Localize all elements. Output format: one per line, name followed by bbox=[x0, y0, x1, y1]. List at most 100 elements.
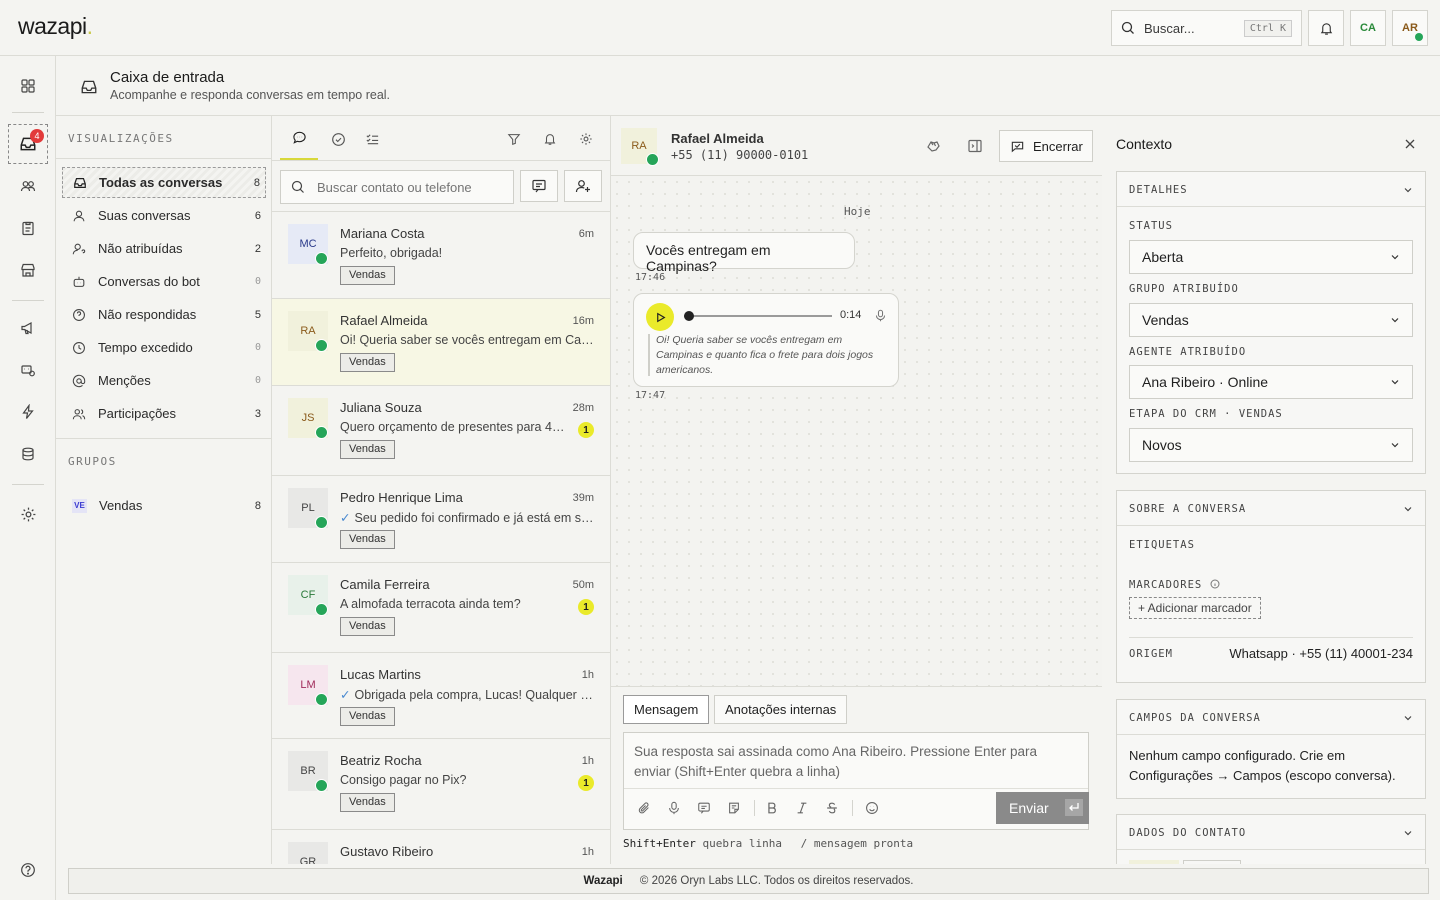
chevron-down-icon bbox=[1403, 713, 1413, 723]
conversation-row[interactable]: GR Gustavo Ribeiro 1h bbox=[272, 830, 610, 864]
microphone-icon bbox=[874, 309, 887, 322]
note-icon[interactable] bbox=[727, 801, 741, 815]
conversation-time: 1h bbox=[581, 755, 594, 767]
details-card-header[interactable]: DETALHES bbox=[1117, 172, 1425, 207]
message-input-box[interactable]: Sua resposta sai assinada como Ana Ribei… bbox=[623, 732, 1089, 830]
origin-value: Whatsapp · +55 (11) 40001-234 bbox=[1229, 646, 1413, 661]
microphone-icon[interactable] bbox=[667, 801, 681, 815]
notifications-button[interactable] bbox=[1308, 10, 1344, 46]
filter-button[interactable] bbox=[502, 128, 526, 150]
contacts-icon[interactable] bbox=[14, 172, 42, 200]
bold-icon[interactable] bbox=[765, 801, 779, 815]
view-mentions[interactable]: Menções 0 bbox=[62, 365, 266, 396]
agent-select[interactable]: Ana Ribeiro · Online bbox=[1129, 365, 1413, 399]
contact-name: Rafael Almeida bbox=[340, 313, 428, 328]
about-card-header[interactable]: SOBRE A CONVERSA bbox=[1117, 491, 1425, 526]
view-all-conversations[interactable]: Todas as conversas 8 bbox=[62, 167, 266, 198]
play-button[interactable] bbox=[646, 303, 674, 331]
megaphone-icon[interactable] bbox=[14, 314, 42, 342]
tab-tasks[interactable] bbox=[356, 128, 388, 150]
fields-card-header[interactable]: CAMPOS DA CONVERSA bbox=[1117, 700, 1425, 735]
view-label: Não respondidas bbox=[98, 307, 197, 322]
notification-settings-button[interactable] bbox=[538, 128, 562, 150]
crm-stage-label: ETAPA DO CRM · VENDAS bbox=[1129, 408, 1283, 420]
settings-gear-icon[interactable] bbox=[14, 500, 42, 528]
audio-message-bubble: 0:14 Oi! Queria saber se vocês entregam … bbox=[633, 293, 899, 387]
view-your-conversations[interactable]: Suas conversas 6 bbox=[62, 200, 266, 231]
conversation-row[interactable]: CF Camila Ferreira 50m A almofada terracota… bbox=[272, 563, 610, 653]
attachment-icon[interactable] bbox=[637, 801, 651, 815]
tab-message[interactable]: Mensagem bbox=[623, 695, 710, 724]
fields-empty-text: Nenhum campo configurado. Crie em Config… bbox=[1129, 748, 1396, 783]
conversation-row[interactable]: RA Rafael Almeida 16m Oi! Queria saber se v… bbox=[272, 299, 610, 386]
global-search[interactable]: Buscar... Ctrl K bbox=[1111, 10, 1302, 46]
help-icon[interactable] bbox=[14, 856, 42, 884]
bot-settings-icon[interactable] bbox=[14, 356, 42, 384]
contact-search-input[interactable] bbox=[317, 179, 487, 195]
clipboard-icon[interactable] bbox=[14, 214, 42, 242]
conversation-row[interactable]: LM Lucas Martins 1h ✓ Obrigada pela compra, … bbox=[272, 653, 610, 739]
lightning-icon[interactable] bbox=[14, 398, 42, 426]
user-plus-icon bbox=[575, 178, 591, 194]
contact-name: Gustavo Ribeiro bbox=[340, 844, 434, 859]
user-ar-button[interactable]: AR bbox=[1392, 10, 1428, 46]
close-icon[interactable] bbox=[1404, 138, 1416, 150]
conversation-row[interactable]: JS Juliana Souza 28m Quero orçamento de pre… bbox=[272, 386, 610, 476]
group-vendas[interactable]: VE Vendas 8 bbox=[62, 490, 266, 521]
views-section-title: VISUALIZAÇÕES bbox=[68, 132, 174, 145]
inbox-header-icon bbox=[80, 78, 98, 96]
send-button[interactable]: Enviar bbox=[996, 792, 1089, 824]
italic-icon[interactable] bbox=[795, 801, 809, 815]
audio-progress-track[interactable] bbox=[684, 315, 832, 317]
chevron-down-icon bbox=[1390, 377, 1400, 387]
contact-name: Juliana Souza bbox=[340, 400, 422, 415]
contact-card-header[interactable]: DADOS DO CONTATO bbox=[1117, 815, 1425, 850]
composer: Mensagem Anotações internas Sua resposta… bbox=[611, 686, 1102, 864]
store-icon[interactable] bbox=[14, 256, 42, 284]
new-contact-button[interactable] bbox=[564, 170, 602, 202]
footer-brand: Wazapi bbox=[583, 875, 623, 887]
tab-internal-notes[interactable]: Anotações internas bbox=[714, 695, 848, 724]
hint-slash: / mensagem pronta bbox=[800, 837, 914, 850]
tab-chats[interactable] bbox=[280, 116, 318, 160]
database-icon[interactable] bbox=[14, 440, 42, 468]
audio-progress-knob[interactable] bbox=[684, 311, 694, 321]
view-unanswered[interactable]: Não respondidas 5 bbox=[62, 299, 266, 330]
status-select[interactable]: Aberta bbox=[1129, 240, 1413, 274]
quick-reply-icon[interactable] bbox=[697, 801, 711, 815]
group-select[interactable]: Vendas bbox=[1129, 303, 1413, 337]
strikethrough-icon[interactable] bbox=[825, 801, 839, 815]
conversation-row[interactable]: MC Mariana Costa 6m Perfeito, obrigada! Vend… bbox=[272, 212, 610, 299]
view-timed-out[interactable]: Tempo excedido 0 bbox=[62, 332, 266, 363]
conversation-row[interactable]: BR Beatriz Rocha 1h Consigo pagar no Pix? 1 V… bbox=[272, 739, 610, 830]
audio-duration: 0:14 bbox=[840, 309, 862, 321]
contact-search-box bbox=[280, 170, 514, 204]
conversation-list-panel: MCMariana Costa6mPerfeito, obrigada!Vend… bbox=[272, 116, 611, 864]
view-unassigned[interactable]: Não atribuídas 2 bbox=[62, 233, 266, 264]
context-panel: Contexto DETALHES STATUS Aberta GRUPO AT… bbox=[1102, 116, 1440, 864]
message-bubble: Vocês entregam em Campinas? bbox=[633, 232, 855, 274]
crm-stage-select[interactable]: Novos bbox=[1129, 428, 1413, 462]
new-message-button[interactable] bbox=[520, 170, 558, 202]
view-bot-conversations[interactable]: Conversas do bot 0 bbox=[62, 266, 266, 297]
list-settings-button[interactable] bbox=[574, 128, 598, 150]
conversation-row[interactable]: PL Pedro Henrique Lima 39m ✓ Seu pedido foi … bbox=[272, 476, 610, 563]
user-ca-button[interactable]: CA bbox=[1350, 10, 1386, 46]
inbox-nav-button[interactable]: 4 bbox=[8, 124, 48, 164]
conversation-time: 28m bbox=[572, 402, 594, 414]
contact-name: Lucas Martins bbox=[340, 667, 421, 682]
whatsapp-icon bbox=[315, 339, 328, 352]
add-marker-button[interactable]: + Adicionar marcador bbox=[1129, 597, 1261, 619]
origin-label: ORIGEM bbox=[1129, 648, 1173, 660]
whatsapp-icon bbox=[315, 779, 328, 792]
emoji-icon[interactable] bbox=[865, 801, 879, 815]
close-conversation-button[interactable]: Encerrar bbox=[999, 130, 1093, 162]
view-participations[interactable]: Participações 3 bbox=[62, 398, 266, 429]
dashboard-icon[interactable] bbox=[14, 72, 42, 100]
app-logo[interactable]: wazapi. bbox=[18, 13, 93, 40]
toggle-context-button[interactable] bbox=[963, 136, 987, 156]
list-toolbar bbox=[272, 116, 610, 161]
transfer-button[interactable] bbox=[921, 136, 945, 156]
chat-panel: RA Rafael Almeida +55 (11) 90000-0101 En… bbox=[611, 116, 1102, 864]
tab-resolved[interactable] bbox=[322, 128, 354, 150]
